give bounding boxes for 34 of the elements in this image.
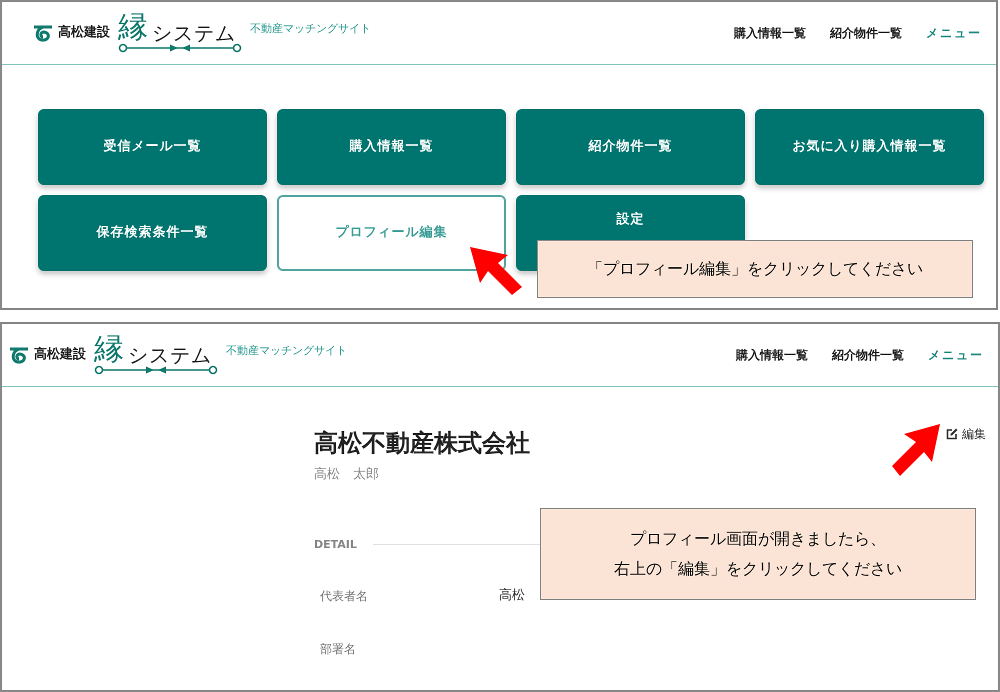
pointer-arrow (890, 422, 942, 478)
menu-tile[interactable]: 購入情報一覧 (277, 109, 506, 185)
contact-name: 高松 太郎 (314, 466, 379, 484)
company-name: 高松不動産株式会社 (314, 428, 530, 459)
menu-tile[interactable]: お気に入り購入情報一覧 (755, 109, 984, 185)
system-name: システム (128, 345, 212, 365)
field-value: 高松 (499, 586, 525, 605)
nav-link-text[interactable]: 購入情報一覧 (734, 24, 806, 42)
callout-text: 右上の「編集」をクリックしてください (613, 558, 903, 580)
system-logo-mark: 縁 (118, 13, 148, 43)
menu-tile[interactable]: 紹介物件一覧 (516, 109, 745, 185)
section-heading: DETAIL (314, 536, 357, 552)
edit-link[interactable]: 編集 (946, 425, 986, 443)
logo-icon (8, 345, 30, 365)
menu-tile[interactable]: プロフィール編集 (277, 195, 506, 271)
brand-name: 高松建設 (34, 346, 86, 364)
brand-name: 高松建設 (58, 24, 110, 42)
nav-link-text[interactable]: 紹介物件一覧 (830, 24, 902, 42)
menu-link[interactable]: メニュー (926, 24, 982, 42)
callout-text: プロフィール画面が開きましたら、 (629, 528, 887, 550)
field-label: 部署名 (319, 640, 357, 658)
logo-icon (32, 23, 54, 43)
menu-link[interactable]: メニュー (928, 346, 984, 364)
system-logo-mark: 縁 (94, 335, 124, 365)
menu-tile[interactable]: 保存検索条件一覧 (38, 195, 267, 271)
tagline: 不動産マッチングサイト (226, 342, 347, 359)
field-label: 代表者名 (319, 588, 369, 604)
edit-icon (946, 428, 958, 440)
nav-link-text[interactable]: 紹介物件一覧 (832, 346, 904, 364)
pointer-arrow (468, 245, 524, 297)
tagline: 不動産マッチングサイト (250, 20, 371, 37)
menu-tile[interactable]: 受信メール一覧 (38, 109, 267, 185)
system-name: システム (152, 23, 236, 43)
nav-link-text[interactable]: 購入情報一覧 (736, 346, 808, 364)
